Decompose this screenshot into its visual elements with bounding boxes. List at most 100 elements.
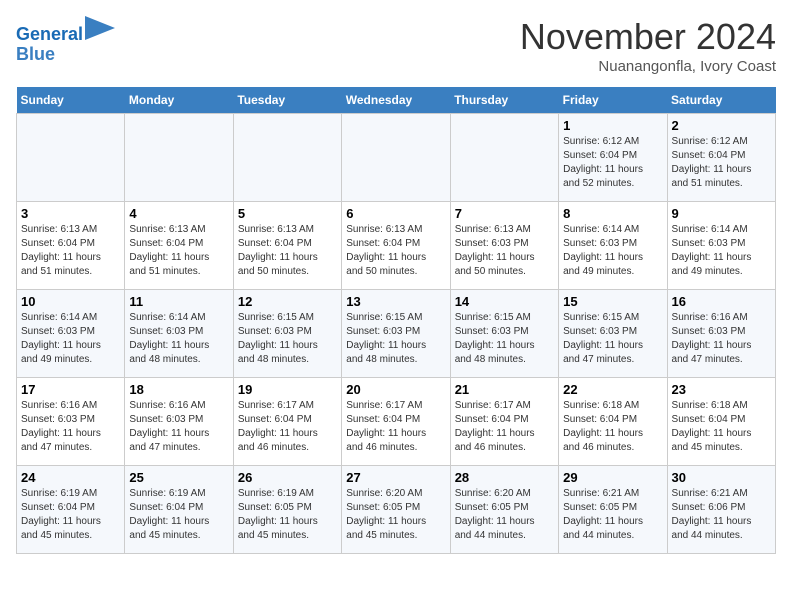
- day-info: Sunrise: 6:18 AM Sunset: 6:04 PM Dayligh…: [672, 399, 771, 455]
- logo-icon: [85, 16, 115, 40]
- day-info: Sunrise: 6:15 AM Sunset: 6:03 PM Dayligh…: [455, 311, 554, 367]
- calendar-cell: 2Sunrise: 6:12 AM Sunset: 6:04 PM Daylig…: [667, 114, 775, 202]
- day-number: 13: [346, 294, 445, 309]
- day-info: Sunrise: 6:19 AM Sunset: 6:04 PM Dayligh…: [129, 487, 228, 543]
- day-info: Sunrise: 6:13 AM Sunset: 6:04 PM Dayligh…: [21, 223, 120, 279]
- calendar-cell: 16Sunrise: 6:16 AM Sunset: 6:03 PM Dayli…: [667, 290, 775, 378]
- day-number: 12: [238, 294, 337, 309]
- calendar-cell: 5 Sunrise: 6:13 AM Sunset: 6:04 PM Daylig…: [233, 202, 341, 290]
- day-info: Sunrise: 6:14 AM Sunset: 6:03 PM Dayligh…: [672, 223, 771, 279]
- calendar-cell: 25 Sunrise: 6:19 AM Sunset: 6:04 PM Dayli…: [125, 466, 233, 554]
- calendar-cell: 27 Sunrise: 6:20 AM Sunset: 6:05 PM Dayli…: [342, 466, 450, 554]
- day-number: 5: [238, 206, 337, 221]
- day-info: Sunrise: 6:19 AM Sunset: 6:05 PM Dayligh…: [238, 487, 337, 543]
- day-number: 23: [672, 382, 771, 397]
- calendar-cell: [125, 114, 233, 202]
- day-info: Sunrise: 6:13 AM Sunset: 6:04 PM Dayligh…: [238, 223, 337, 279]
- calendar-cell: 11 Sunrise: 6:14 AM Sunset: 6:03 PM Dayli…: [125, 290, 233, 378]
- calendar-cell: 20Sunrise: 6:17 AM Sunset: 6:04 PM Dayli…: [342, 378, 450, 466]
- day-info: Sunrise: 6:20 AM Sunset: 6:05 PM Dayligh…: [455, 487, 554, 543]
- calendar-week: 3 Sunrise: 6:13 AM Sunset: 6:04 PM Daylig…: [17, 202, 776, 290]
- day-info: Sunrise: 6:16 AM Sunset: 6:03 PM Dayligh…: [672, 311, 771, 367]
- calendar-cell: 14 Sunrise: 6:15 AM Sunset: 6:03 PM Dayli…: [450, 290, 558, 378]
- page-header: General Blue November 2024 Nuanangonfla,…: [16, 16, 776, 75]
- calendar-cell: 23 Sunrise: 6:18 AM Sunset: 6:04 PM Dayli…: [667, 378, 775, 466]
- calendar-cell: 17Sunrise: 6:16 AM Sunset: 6:03 PM Dayli…: [17, 378, 125, 466]
- weekday-header: Saturday: [667, 87, 775, 114]
- calendar-cell: 29 Sunrise: 6:21 AM Sunset: 6:05 PM Dayli…: [559, 466, 667, 554]
- day-number: 11: [129, 294, 228, 309]
- calendar-week: 24 Sunrise: 6:19 AM Sunset: 6:04 PM Dayli…: [17, 466, 776, 554]
- day-info: Sunrise: 6:18 AM Sunset: 6:04 PM Dayligh…: [563, 399, 662, 455]
- calendar-cell: 12Sunrise: 6:15 AM Sunset: 6:03 PM Dayli…: [233, 290, 341, 378]
- day-number: 10: [21, 294, 120, 309]
- day-info: Sunrise: 6:13 AM Sunset: 6:04 PM Dayligh…: [346, 223, 445, 279]
- day-number: 18: [129, 382, 228, 397]
- logo: General Blue: [16, 16, 115, 65]
- day-number: 1: [563, 118, 662, 133]
- calendar-cell: 8Sunrise: 6:14 AM Sunset: 6:03 PM Daylig…: [559, 202, 667, 290]
- day-number: 9: [672, 206, 771, 221]
- calendar-cell: 7 Sunrise: 6:13 AM Sunset: 6:03 PM Daylig…: [450, 202, 558, 290]
- day-number: 25: [129, 470, 228, 485]
- weekday-header: Friday: [559, 87, 667, 114]
- weekday-header: Thursday: [450, 87, 558, 114]
- day-info: Sunrise: 6:17 AM Sunset: 6:04 PM Dayligh…: [455, 399, 554, 455]
- day-number: 17: [21, 382, 120, 397]
- day-number: 7: [455, 206, 554, 221]
- calendar-cell: [450, 114, 558, 202]
- day-number: 24: [21, 470, 120, 485]
- logo-text: General Blue: [16, 16, 115, 65]
- day-number: 4: [129, 206, 228, 221]
- day-number: 26: [238, 470, 337, 485]
- calendar-cell: 30 Sunrise: 6:21 AM Sunset: 6:06 PM Dayli…: [667, 466, 775, 554]
- day-number: 22: [563, 382, 662, 397]
- weekday-header: Sunday: [17, 87, 125, 114]
- calendar-table: SundayMondayTuesdayWednesdayThursdayFrid…: [16, 87, 776, 554]
- day-number: 3: [21, 206, 120, 221]
- calendar-cell: 28Sunrise: 6:20 AM Sunset: 6:05 PM Dayli…: [450, 466, 558, 554]
- calendar-cell: 13 Sunrise: 6:15 AM Sunset: 6:03 PM Dayli…: [342, 290, 450, 378]
- day-info: Sunrise: 6:12 AM Sunset: 6:04 PM Dayligh…: [563, 135, 662, 191]
- weekday-row: SundayMondayTuesdayWednesdayThursdayFrid…: [17, 87, 776, 114]
- calendar-week: 1 Sunrise: 6:12 AM Sunset: 6:04 PM Daylig…: [17, 114, 776, 202]
- calendar-cell: 10 Sunrise: 6:14 AM Sunset: 6:03 PM Dayli…: [17, 290, 125, 378]
- month-title: November 2024: [520, 16, 776, 58]
- day-number: 8: [563, 206, 662, 221]
- day-info: Sunrise: 6:17 AM Sunset: 6:04 PM Dayligh…: [346, 399, 445, 455]
- weekday-header: Tuesday: [233, 87, 341, 114]
- day-number: 27: [346, 470, 445, 485]
- day-number: 21: [455, 382, 554, 397]
- day-info: Sunrise: 6:13 AM Sunset: 6:03 PM Dayligh…: [455, 223, 554, 279]
- day-info: Sunrise: 6:17 AM Sunset: 6:04 PM Dayligh…: [238, 399, 337, 455]
- calendar-cell: [233, 114, 341, 202]
- day-info: Sunrise: 6:14 AM Sunset: 6:03 PM Dayligh…: [129, 311, 228, 367]
- day-number: 19: [238, 382, 337, 397]
- location: Nuanangonfla, Ivory Coast: [520, 58, 776, 75]
- day-info: Sunrise: 6:21 AM Sunset: 6:05 PM Dayligh…: [563, 487, 662, 543]
- calendar-cell: [342, 114, 450, 202]
- calendar-body: 1 Sunrise: 6:12 AM Sunset: 6:04 PM Daylig…: [17, 114, 776, 554]
- day-info: Sunrise: 6:12 AM Sunset: 6:04 PM Dayligh…: [672, 135, 771, 191]
- day-info: Sunrise: 6:21 AM Sunset: 6:06 PM Dayligh…: [672, 487, 771, 543]
- day-info: Sunrise: 6:14 AM Sunset: 6:03 PM Dayligh…: [21, 311, 120, 367]
- calendar-cell: 19 Sunrise: 6:17 AM Sunset: 6:04 PM Dayli…: [233, 378, 341, 466]
- calendar-header: SundayMondayTuesdayWednesdayThursdayFrid…: [17, 87, 776, 114]
- day-info: Sunrise: 6:15 AM Sunset: 6:03 PM Dayligh…: [563, 311, 662, 367]
- calendar-cell: 26 Sunrise: 6:19 AM Sunset: 6:05 PM Dayli…: [233, 466, 341, 554]
- day-info: Sunrise: 6:15 AM Sunset: 6:03 PM Dayligh…: [346, 311, 445, 367]
- day-info: Sunrise: 6:20 AM Sunset: 6:05 PM Dayligh…: [346, 487, 445, 543]
- day-info: Sunrise: 6:19 AM Sunset: 6:04 PM Dayligh…: [21, 487, 120, 543]
- calendar-cell: 9 Sunrise: 6:14 AM Sunset: 6:03 PM Daylig…: [667, 202, 775, 290]
- calendar-week: 17Sunrise: 6:16 AM Sunset: 6:03 PM Dayli…: [17, 378, 776, 466]
- calendar-cell: 18Sunrise: 6:16 AM Sunset: 6:03 PM Dayli…: [125, 378, 233, 466]
- day-number: 15: [563, 294, 662, 309]
- weekday-header: Wednesday: [342, 87, 450, 114]
- calendar-cell: 6Sunrise: 6:13 AM Sunset: 6:04 PM Daylig…: [342, 202, 450, 290]
- day-info: Sunrise: 6:13 AM Sunset: 6:04 PM Dayligh…: [129, 223, 228, 279]
- day-number: 30: [672, 470, 771, 485]
- calendar-cell: 24 Sunrise: 6:19 AM Sunset: 6:04 PM Dayli…: [17, 466, 125, 554]
- day-number: 14: [455, 294, 554, 309]
- calendar-cell: 4 Sunrise: 6:13 AM Sunset: 6:04 PM Daylig…: [125, 202, 233, 290]
- day-number: 29: [563, 470, 662, 485]
